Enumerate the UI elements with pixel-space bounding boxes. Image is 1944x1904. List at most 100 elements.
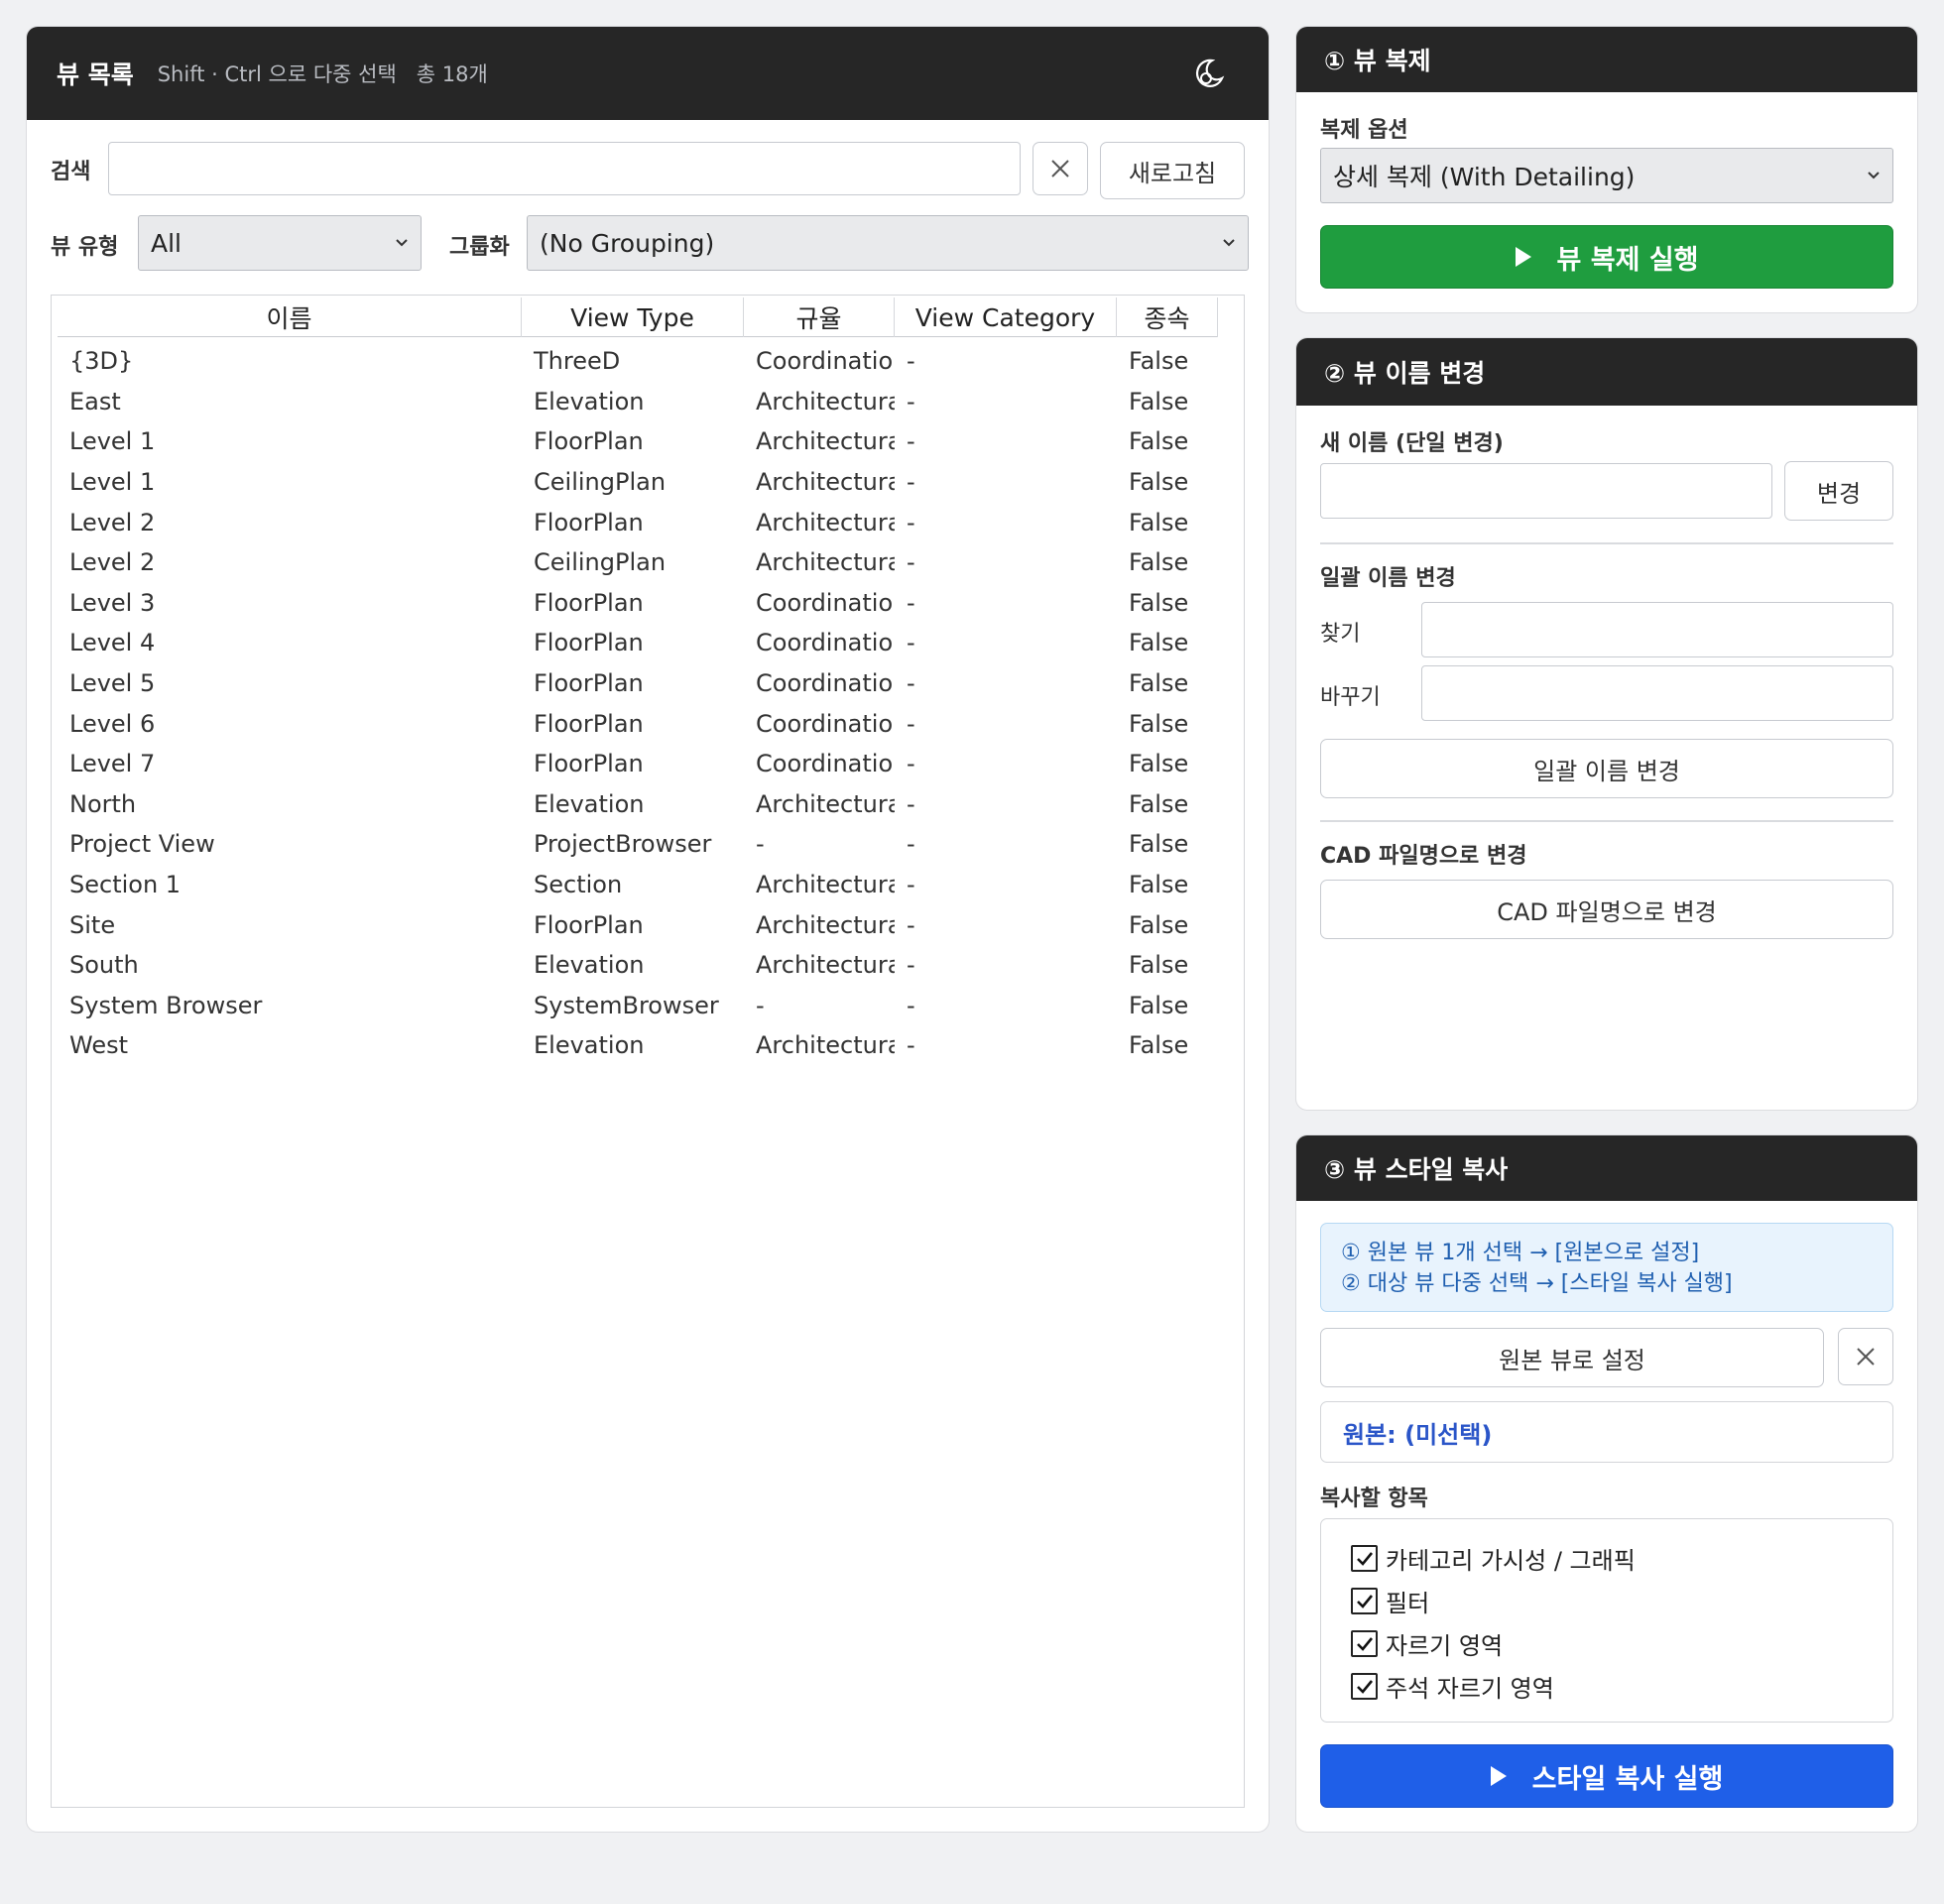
new-name-label: 새 이름 (단일 변경) — [1320, 431, 1504, 456]
column-header-view-category[interactable]: View Category — [895, 298, 1117, 337]
new-name-input[interactable] — [1320, 463, 1772, 519]
table-cell: - — [907, 871, 915, 899]
table-cell: FloorPlan — [534, 669, 644, 698]
table-row[interactable]: North Elevation Architectura - False — [58, 784, 1218, 825]
table-cell: Level 3 — [69, 588, 156, 617]
view-type-select[interactable]: All — [138, 215, 422, 271]
theme-toggle-icon[interactable] — [1189, 54, 1229, 93]
batch-rename-label: 일괄 이름 변경 — [1320, 566, 1456, 591]
refresh-button[interactable]: 새로고침 — [1100, 142, 1245, 199]
grouping-select[interactable]: (No Grouping) — [527, 215, 1249, 271]
table-cell: - — [907, 910, 915, 939]
table-cell: False — [1129, 588, 1189, 617]
table-row[interactable]: East Elevation Architectura - False — [58, 382, 1218, 422]
table-cell: False — [1129, 468, 1189, 497]
change-name-button[interactable]: 변경 — [1784, 461, 1893, 521]
table-row[interactable]: Site FloorPlan Architectura - False — [58, 904, 1218, 945]
search-label: 검색 — [51, 160, 91, 184]
column-header-name[interactable]: 이름 — [58, 298, 522, 337]
copy-item-filters[interactable]: 필터 — [1351, 1584, 1429, 1618]
table-cell: - — [907, 951, 915, 980]
find-input[interactable] — [1421, 602, 1893, 657]
table-cell: ThreeD — [534, 347, 621, 376]
copy-item-label: 필터 — [1386, 1590, 1430, 1617]
rename-title: ② 뷰 이름 변경 — [1324, 359, 1486, 388]
multi-select-hint: Shift · Ctrl 으로 다중 선택 — [157, 62, 397, 86]
table-cell: - — [907, 588, 915, 617]
table-row[interactable]: System Browser SystemBrowser - - False — [58, 986, 1218, 1026]
clear-search-button[interactable] — [1033, 142, 1088, 195]
table-cell: False — [1129, 427, 1189, 456]
checkbox-checked-icon[interactable] — [1351, 1673, 1378, 1700]
run-style-copy-button[interactable]: 스타일 복사 실행 — [1320, 1744, 1893, 1808]
table-cell: North — [69, 789, 137, 818]
set-source-button[interactable]: 원본 뷰로 설정 — [1320, 1328, 1824, 1387]
copy-item-label: 자르기 영역 — [1386, 1632, 1504, 1660]
table-cell: False — [1129, 910, 1189, 939]
table-cell: Section — [534, 871, 623, 899]
duplicate-option-select[interactable]: 상세 복제 (With Detailing) — [1320, 148, 1893, 203]
table-row[interactable]: Level 5 FloorPlan Coordinatio - False — [58, 663, 1218, 704]
rename-panel: ② 뷰 이름 변경 새 이름 (단일 변경) 변경 일괄 이름 변경 찾기 바꾸… — [1295, 337, 1918, 1111]
table-row[interactable]: {3D} ThreeD Coordinatio - False — [58, 341, 1218, 382]
table-cell: Level 2 — [69, 548, 156, 577]
cad-rename-label: CAD 파일명으로 변경 — [1320, 844, 1527, 869]
copy-item-annotation-crop[interactable]: 주석 자르기 영역 — [1351, 1669, 1554, 1704]
replace-input[interactable] — [1421, 665, 1893, 721]
table-row[interactable]: Project View ProjectBrowser - - False — [58, 824, 1218, 865]
view-count: 총 18개 — [416, 62, 488, 86]
table-cell: Architectura — [756, 1031, 895, 1060]
instruction-line-2: ② 대상 뷰 다중 선택 → [스타일 복사 실행] — [1341, 1271, 1733, 1296]
table-cell: FloorPlan — [534, 629, 644, 657]
copy-item-visibility[interactable]: 카테고리 가시성 / 그래픽 — [1351, 1541, 1636, 1576]
batch-rename-button[interactable]: 일괄 이름 변경 — [1320, 739, 1893, 798]
table-cell: - — [907, 387, 915, 416]
run-duplicate-button[interactable]: 뷰 복제 실행 — [1320, 225, 1893, 289]
table-cell: Architectura — [756, 468, 895, 497]
grouping-label: 그룹화 — [449, 235, 510, 260]
table-cell: FloorPlan — [534, 508, 644, 536]
duplicate-option-value: 상세 복제 (With Detailing) — [1333, 163, 1636, 191]
table-cell: False — [1129, 669, 1189, 698]
table-cell: Level 2 — [69, 508, 156, 536]
column-header-discipline[interactable]: 규율 — [744, 298, 895, 337]
table-row[interactable]: Level 2 CeilingPlan Architectura - False — [58, 542, 1218, 583]
checkbox-checked-icon[interactable] — [1351, 1545, 1378, 1572]
table-cell: - — [907, 830, 915, 859]
instruction-line-1: ① 원본 뷰 1개 선택 → [원본으로 설정] — [1341, 1241, 1700, 1265]
search-input[interactable] — [108, 142, 1021, 195]
table-row[interactable]: Level 7 FloorPlan Coordinatio - False — [58, 744, 1218, 784]
table-row[interactable]: Level 1 CeilingPlan Architectura - False — [58, 462, 1218, 503]
cad-rename-button[interactable]: CAD 파일명으로 변경 — [1320, 880, 1893, 939]
table-cell: CeilingPlan — [534, 468, 667, 497]
table-row[interactable]: Section 1 Section Architectura - False — [58, 865, 1218, 905]
table-row[interactable]: South Elevation Architectura - False — [58, 945, 1218, 986]
copy-item-crop-region[interactable]: 자르기 영역 — [1351, 1626, 1503, 1661]
table-cell: Architectura — [756, 951, 895, 980]
table-row[interactable]: Level 6 FloorPlan Coordinatio - False — [58, 703, 1218, 744]
table-cell: False — [1129, 387, 1189, 416]
duplicate-panel: ① 뷰 복제 복제 옵션 상세 복제 (With Detailing) 뷰 복제… — [1295, 26, 1918, 313]
copy-items-list: 카테고리 가시성 / 그래픽 필터 자르기 영역 주석 자르기 영역 — [1320, 1518, 1893, 1723]
table-cell: Architectura — [756, 387, 895, 416]
table-cell: - — [907, 427, 915, 456]
checkbox-checked-icon[interactable] — [1351, 1588, 1378, 1614]
table-row[interactable]: Level 4 FloorPlan Coordinatio - False — [58, 623, 1218, 663]
checkbox-checked-icon[interactable] — [1351, 1630, 1378, 1657]
table-row[interactable]: Level 1 FloorPlan Architectura - False — [58, 421, 1218, 462]
column-header-dependent[interactable]: 종속 — [1117, 298, 1218, 337]
column-header-view-type[interactable]: View Type — [522, 298, 744, 337]
table-cell: Level 1 — [69, 427, 156, 456]
table-cell: False — [1129, 709, 1189, 738]
table-cell: Architectura — [756, 427, 895, 456]
table-cell: Coordinatio — [756, 750, 894, 778]
table-cell: Architectura — [756, 789, 895, 818]
table-row[interactable]: Level 3 FloorPlan Coordinatio - False — [58, 583, 1218, 624]
table-row[interactable]: West Elevation Architectura - False — [58, 1025, 1218, 1066]
table-cell: Architectura — [756, 508, 895, 536]
clear-source-button[interactable] — [1838, 1328, 1893, 1385]
table-row[interactable]: Level 2 FloorPlan Architectura - False — [58, 502, 1218, 542]
table-cell: West — [69, 1031, 129, 1060]
table-cell: - — [907, 750, 915, 778]
table-cell: Architectura — [756, 871, 895, 899]
